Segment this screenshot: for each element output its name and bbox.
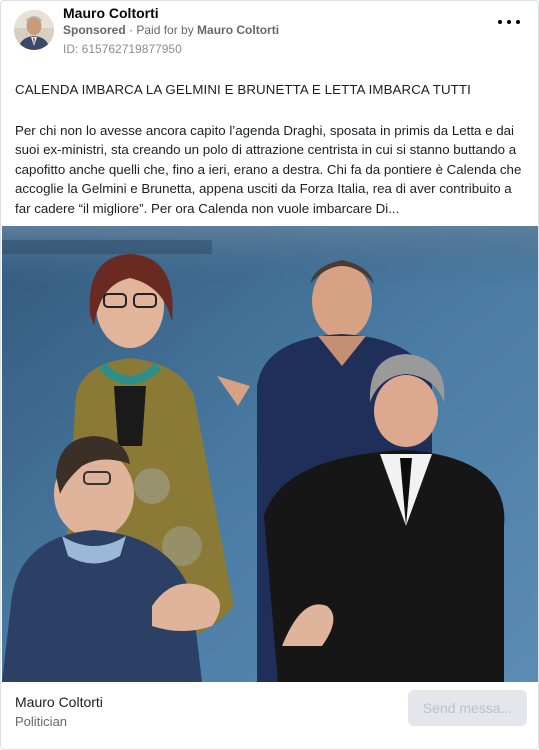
page-avatar[interactable] bbox=[14, 10, 54, 50]
footer-page-category: Politician bbox=[15, 714, 68, 729]
payer-name[interactable]: Mauro Coltorti bbox=[197, 23, 279, 37]
separator-dot: · bbox=[125, 23, 137, 37]
post-header: Mauro Coltorti Sponsored · Paid for by M… bbox=[1, 1, 538, 63]
sponsored-line: Sponsored · Paid for by Mauro Coltorti bbox=[63, 23, 279, 37]
avatar-image bbox=[14, 10, 54, 50]
page-name-link[interactable]: Mauro Coltorti bbox=[63, 5, 159, 21]
post-headline: CALENDA IMBARCA LA GELMINI E BRUNETTA E … bbox=[15, 82, 471, 97]
ad-image[interactable] bbox=[2, 226, 538, 682]
sponsored-post-card: Mauro Coltorti Sponsored · Paid for by M… bbox=[0, 0, 539, 750]
footer-page-name[interactable]: Mauro Coltorti bbox=[15, 694, 103, 710]
paid-for-prefix: Paid for by bbox=[136, 23, 198, 37]
ad-id: ID: 615762719877950 bbox=[63, 42, 182, 56]
politicians-photo bbox=[2, 226, 538, 682]
more-options-icon[interactable] bbox=[498, 15, 520, 29]
send-message-button[interactable]: Send messa... bbox=[408, 690, 527, 726]
post-body-text: Per chi non lo avesse ancora capito l’ag… bbox=[15, 123, 522, 216]
post-footer: Mauro Coltorti Politician Send messa... bbox=[1, 682, 538, 749]
sponsored-label: Sponsored bbox=[63, 23, 126, 37]
